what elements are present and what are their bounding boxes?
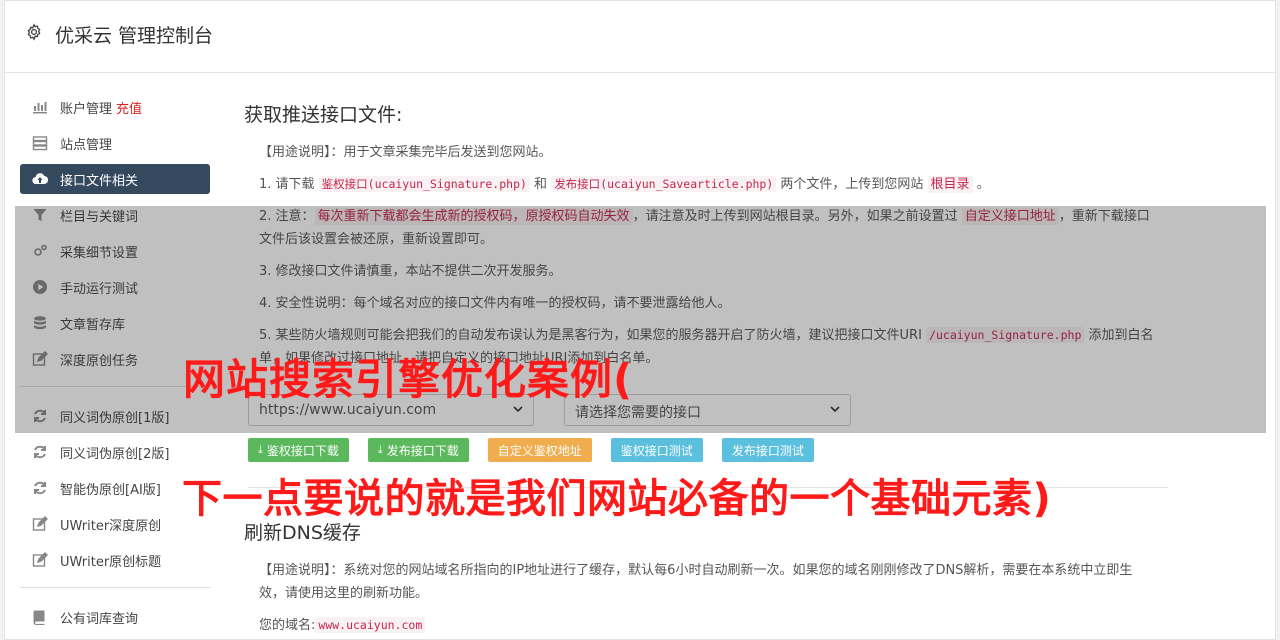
custom-api-tag: 自定义接口地址 — [961, 208, 1059, 225]
button-label: 发布接口测试 — [731, 443, 804, 458]
publish-api-file: (ucaiyun_Savearticle.php) — [600, 177, 774, 191]
domain-value: www.ucaiyun.com — [315, 617, 426, 633]
button-label: 鉴权接口下载 — [266, 443, 339, 458]
button-label: 自定义鉴权地址 — [497, 443, 582, 458]
caption-line-1: 网站搜索引擎优化案例( — [183, 355, 634, 404]
sidebar-item-manual-run[interactable]: 手动运行测试 — [20, 272, 210, 302]
top-bar: 优采云 管理控制台 — [5, 1, 1275, 73]
sidebar-item-label: 智能伪原创[AI版] — [60, 482, 161, 498]
gear-icon — [27, 23, 41, 41]
sidebar-item-article-store[interactable]: 文章暂存库 — [20, 308, 210, 338]
step-4: 4. 安全性说明：每个域名对应的接口文件内有唯一的授权码，请不要泄露给他人。 — [259, 296, 731, 311]
download-publish-button[interactable]: ⤓ 发布接口下载 — [367, 438, 469, 462]
sidebar-divider — [20, 587, 210, 588]
refresh-icon — [34, 481, 46, 495]
cogs-icon — [34, 244, 47, 256]
sidebar-item-label: 接口文件相关 — [60, 173, 139, 189]
sidebar-item-columns-keywords[interactable]: 栏目与关键词 — [20, 200, 210, 230]
test-publish-button[interactable]: 发布接口测试 — [721, 438, 814, 462]
step-2-text: 2. 注意： — [259, 209, 315, 224]
auth-api-link[interactable]: 鉴权接口(ucaiyun_Signature.php) — [318, 176, 530, 192]
step-5-text: 5. 某些防火墙规则可能会把我们的自动发布误认为是黑客行为，如果您的服务器开启了… — [259, 328, 927, 343]
dns-usage-note: 【用途说明】：系统对您的网站域名所指向的IP地址进行了缓存，默认每6小时自动刷新… — [259, 563, 1133, 601]
refresh-icon — [34, 409, 46, 423]
chevron-down-icon — [830, 406, 840, 413]
auth-api-label: 鉴权接口 — [321, 177, 368, 191]
button-label: 鉴权接口测试 — [620, 443, 693, 458]
server-icon — [32, 136, 48, 151]
book-icon — [33, 610, 45, 625]
sidebar-item-label: 站点管理 — [60, 137, 113, 153]
sidebar-item-synonym-v2[interactable]: 同义词伪原创[2版] — [20, 437, 210, 467]
sidebar-item-label: 公有词库查询 — [60, 611, 139, 627]
sidebar-item-public-thesaurus[interactable]: 公有词库查询 — [20, 602, 210, 632]
sidebar-item-label: 手动运行测试 — [60, 281, 139, 297]
auth-api-file: (ucaiyun_Signature.php) — [367, 177, 527, 191]
sidebar-item-collect-settings[interactable]: 采集细节设置 — [20, 236, 210, 266]
recharge-link[interactable]: 充值 — [116, 98, 142, 117]
sidebar-item-sites[interactable]: 站点管理 — [20, 128, 210, 158]
refresh-icon — [34, 445, 46, 459]
sidebar-item-label: 同义词伪原创[2版] — [60, 446, 170, 462]
sidebar-item-label: 同义词伪原创[1版] — [60, 410, 170, 426]
download-icon: ⤓ — [258, 443, 263, 456]
section-title: 获取推送接口文件: — [244, 104, 403, 126]
cloud-upload-icon — [32, 173, 48, 185]
domain-label: 您的域名: — [259, 618, 316, 633]
sidebar-item-deep-original[interactable]: 深度原创任务 — [20, 344, 210, 374]
action-buttons: ⤓ 鉴权接口下载 ⤓ 发布接口下载 自定义鉴权地址 鉴权接口测试 发布接口测试 — [248, 438, 833, 462]
custom-auth-button[interactable]: 自定义鉴权地址 — [487, 438, 592, 462]
sidebar-item-label: 深度原创任务 — [60, 353, 139, 369]
usage-note: 【用途说明】：用于文章采集完毕后发送到您网站。 — [259, 145, 552, 160]
button-label: 发布接口下载 — [386, 443, 459, 458]
dns-section: 刷新DNS缓存 【用途说明】：系统对您的网站域名所指向的IP地址进行了缓存，默认… — [244, 518, 1154, 640]
sidebar-item-label: UWriter原创标题 — [60, 554, 162, 570]
edit-icon — [32, 516, 48, 531]
edit-icon — [32, 351, 48, 366]
step-2: 2. 注意： 每次重新下载都会生成新的授权码，原授权码自动失效 ，请注意及时上传到网… — [244, 205, 1154, 251]
test-auth-button[interactable]: 鉴权接口测试 — [610, 438, 703, 462]
sidebar-item-label: 账户管理 — [60, 101, 113, 117]
bar-chart-icon — [33, 102, 47, 114]
step-3: 3. 修改接口文件请慎重，本站不提供二次开发服务。 — [259, 264, 562, 279]
sidebar-divider — [20, 386, 210, 387]
sidebar-item-api-files[interactable]: 接口文件相关 — [20, 164, 210, 194]
sidebar-item-synonym-v1[interactable]: 同义词伪原创[1版] — [20, 401, 210, 431]
download-icon: ⤓ — [377, 443, 383, 456]
sidebar-item-label: 文章暂存库 — [60, 317, 126, 333]
root-dir-tag: 根目录 — [927, 176, 973, 193]
sidebar-item-uwriter-title[interactable]: UWriter原创标题 — [20, 545, 210, 575]
play-circle-icon — [33, 280, 47, 294]
publish-api-label: 发布接口 — [554, 177, 601, 191]
sidebar-item-label: 采集细节设置 — [60, 245, 139, 261]
step-1-and: 和 — [529, 177, 552, 192]
api-files-section: 获取推送接口文件: 【用途说明】：用于文章采集完毕后发送到您网站。 1. 请下载… — [244, 100, 1154, 379]
step-1-upload: 两个文件，上传到您网站 — [776, 177, 928, 192]
sidebar-item-account[interactable]: 账户管理 充值 — [20, 92, 210, 122]
filter-icon — [33, 209, 47, 221]
warning-tag: 每次重新下载都会生成新的授权码，原授权码自动失效 — [314, 208, 633, 225]
step-1-text: 1. 请下载 — [259, 177, 319, 192]
dns-domain-row: 您的域名: www.ucaiyun.com — [244, 614, 1154, 637]
api-select-value: 请选择您需要的接口 — [575, 405, 701, 421]
caption-line-2: 下一点要说的就是我们网站必备的一个基础元素) — [182, 476, 1052, 522]
sidebar-item-label: 栏目与关键词 — [60, 209, 139, 225]
sidebar: 账户管理 充值 站点管理 接口文件相关 栏目与关键词 采集细节设置 手动运行测试… — [20, 92, 210, 638]
sidebar-item-label: UWriter深度原创 — [60, 518, 162, 534]
app-title: 优采云 管理控制台 — [55, 25, 214, 47]
signature-uri: /ucaiyun_Signature.php — [926, 327, 1085, 343]
step-2-mid: ，请注意及时上传到网站根目录。另外，如果之前设置过 — [632, 209, 962, 224]
step-1: 1. 请下载 鉴权接口(ucaiyun_Signature.php) 和 发布接… — [244, 173, 1154, 196]
database-icon — [34, 316, 46, 330]
step-1-end: 。 — [972, 177, 990, 192]
publish-api-link[interactable]: 发布接口(ucaiyun_Savearticle.php) — [551, 176, 777, 192]
download-auth-button[interactable]: ⤓ 鉴权接口下载 — [248, 438, 349, 462]
edit-icon — [32, 552, 48, 567]
